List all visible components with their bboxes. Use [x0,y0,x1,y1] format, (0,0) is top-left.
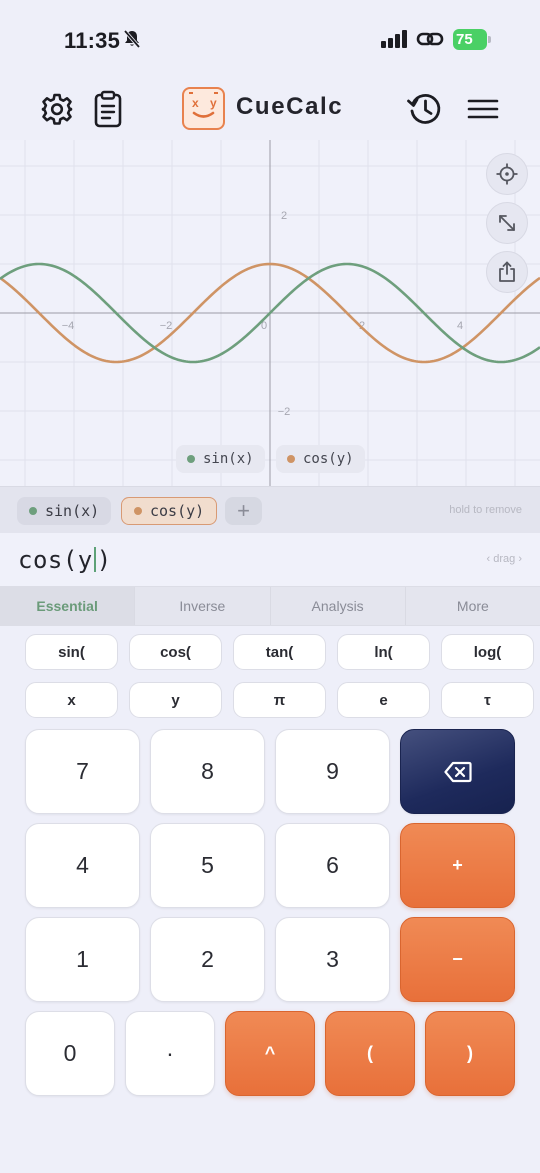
fullscreen-button[interactable] [486,202,528,244]
legend-dot [287,455,295,463]
x-tick-label: 4 [457,320,463,332]
key-0[interactable]: 0 [25,1011,115,1096]
key-minus[interactable]: − [400,917,515,1002]
backspace-icon [443,761,472,782]
key-5[interactable]: 5 [150,823,265,908]
keypad-tabs: Essential Inverse Analysis More [0,586,540,626]
chip-label: cos(y) [150,502,205,520]
app-title: CueCalc [236,93,344,120]
key-1[interactable]: 1 [25,917,140,1002]
recenter-button[interactable] [486,153,528,195]
key-7[interactable]: 7 [25,729,140,814]
tab-inverse[interactable]: Inverse [135,587,271,625]
text-cursor [93,547,96,572]
graph-canvas[interactable]: −4 −2 0 2 4 2 −2 sin(x) cos(y) [0,140,540,486]
legend-item-sin: sin(x) [176,445,265,473]
key-x[interactable]: x [25,682,118,718]
clipboard-icon[interactable] [90,88,126,130]
key-ln[interactable]: ln( [337,634,430,670]
key-e[interactable]: e [337,682,430,718]
status-time: 11:35 [64,28,121,53]
key-pi[interactable]: π [233,682,326,718]
expression-after-cursor: ) [96,546,112,574]
share-button[interactable] [486,251,528,293]
status-bar: 11:35 75 [0,0,540,78]
legend-label: cos(y) [303,451,354,467]
bell-muted-icon [122,29,142,54]
key-6[interactable]: 6 [275,823,390,908]
graph-plot: −4 −2 0 2 42−2 [0,140,540,486]
legend-label: sin(x) [203,451,254,467]
app-header: x y CueCalc [0,78,540,140]
expression-input[interactable]: cos(y) ‹ drag › [0,533,540,586]
settings-gear-icon[interactable] [38,90,76,128]
battery-icon: 75 [453,29,491,50]
expression-text: cos(y) [18,546,112,574]
tab-essential[interactable]: Essential [0,587,136,625]
personal-hotspot-icon [416,29,444,54]
tab-analysis[interactable]: Analysis [271,587,406,625]
key-3[interactable]: 3 [275,917,390,1002]
key-power[interactable]: ^ [225,1011,315,1096]
history-icon[interactable] [406,89,444,129]
remove-hint: hold to remove [449,504,522,516]
x-tick-label: −2 [160,320,173,332]
key-2[interactable]: 2 [150,917,265,1002]
add-function-button[interactable]: + [225,497,262,525]
key-8[interactable]: 8 [150,729,265,814]
expand-icon [499,215,515,231]
function-chip-sin[interactable]: sin(x) [17,497,112,525]
chip-label: sin(x) [45,502,100,520]
key-y[interactable]: y [129,682,222,718]
backspace-button[interactable] [400,729,515,814]
x-tick-label: −4 [62,320,75,332]
tab-more[interactable]: More [406,587,540,625]
key-open-paren[interactable]: ( [325,1011,415,1096]
function-chip-cos[interactable]: cos(y) [121,497,218,525]
key-plus[interactable]: + [400,823,515,908]
chip-dot [134,507,142,515]
menu-icon[interactable] [464,92,502,126]
key-tan[interactable]: tan( [233,634,326,670]
signal-icon [381,30,409,53]
key-sin[interactable]: sin( [25,634,118,670]
function-list-bar: sin(x) cos(y) + hold to remove [0,486,540,533]
key-close-paren[interactable]: ) [425,1011,515,1096]
key-tau[interactable]: τ [441,682,534,718]
battery-level: 75 [456,31,473,48]
key-cos[interactable]: cos( [129,634,222,670]
legend-item-cos: cos(y) [276,445,365,473]
key-decimal[interactable]: · [125,1011,215,1096]
key-log[interactable]: log( [441,634,534,670]
legend-dot [187,455,195,463]
app-logo: x y [182,87,225,130]
drag-hint[interactable]: ‹ drag › [487,553,522,565]
chip-dot [29,507,37,515]
key-4[interactable]: 4 [25,823,140,908]
y-tick-label: −2 [278,406,291,418]
crosshair-icon [496,163,518,185]
y-tick-label: 2 [281,210,287,222]
share-icon [499,261,515,282]
expression-before-cursor: cos(y [18,546,93,574]
key-9[interactable]: 9 [275,729,390,814]
